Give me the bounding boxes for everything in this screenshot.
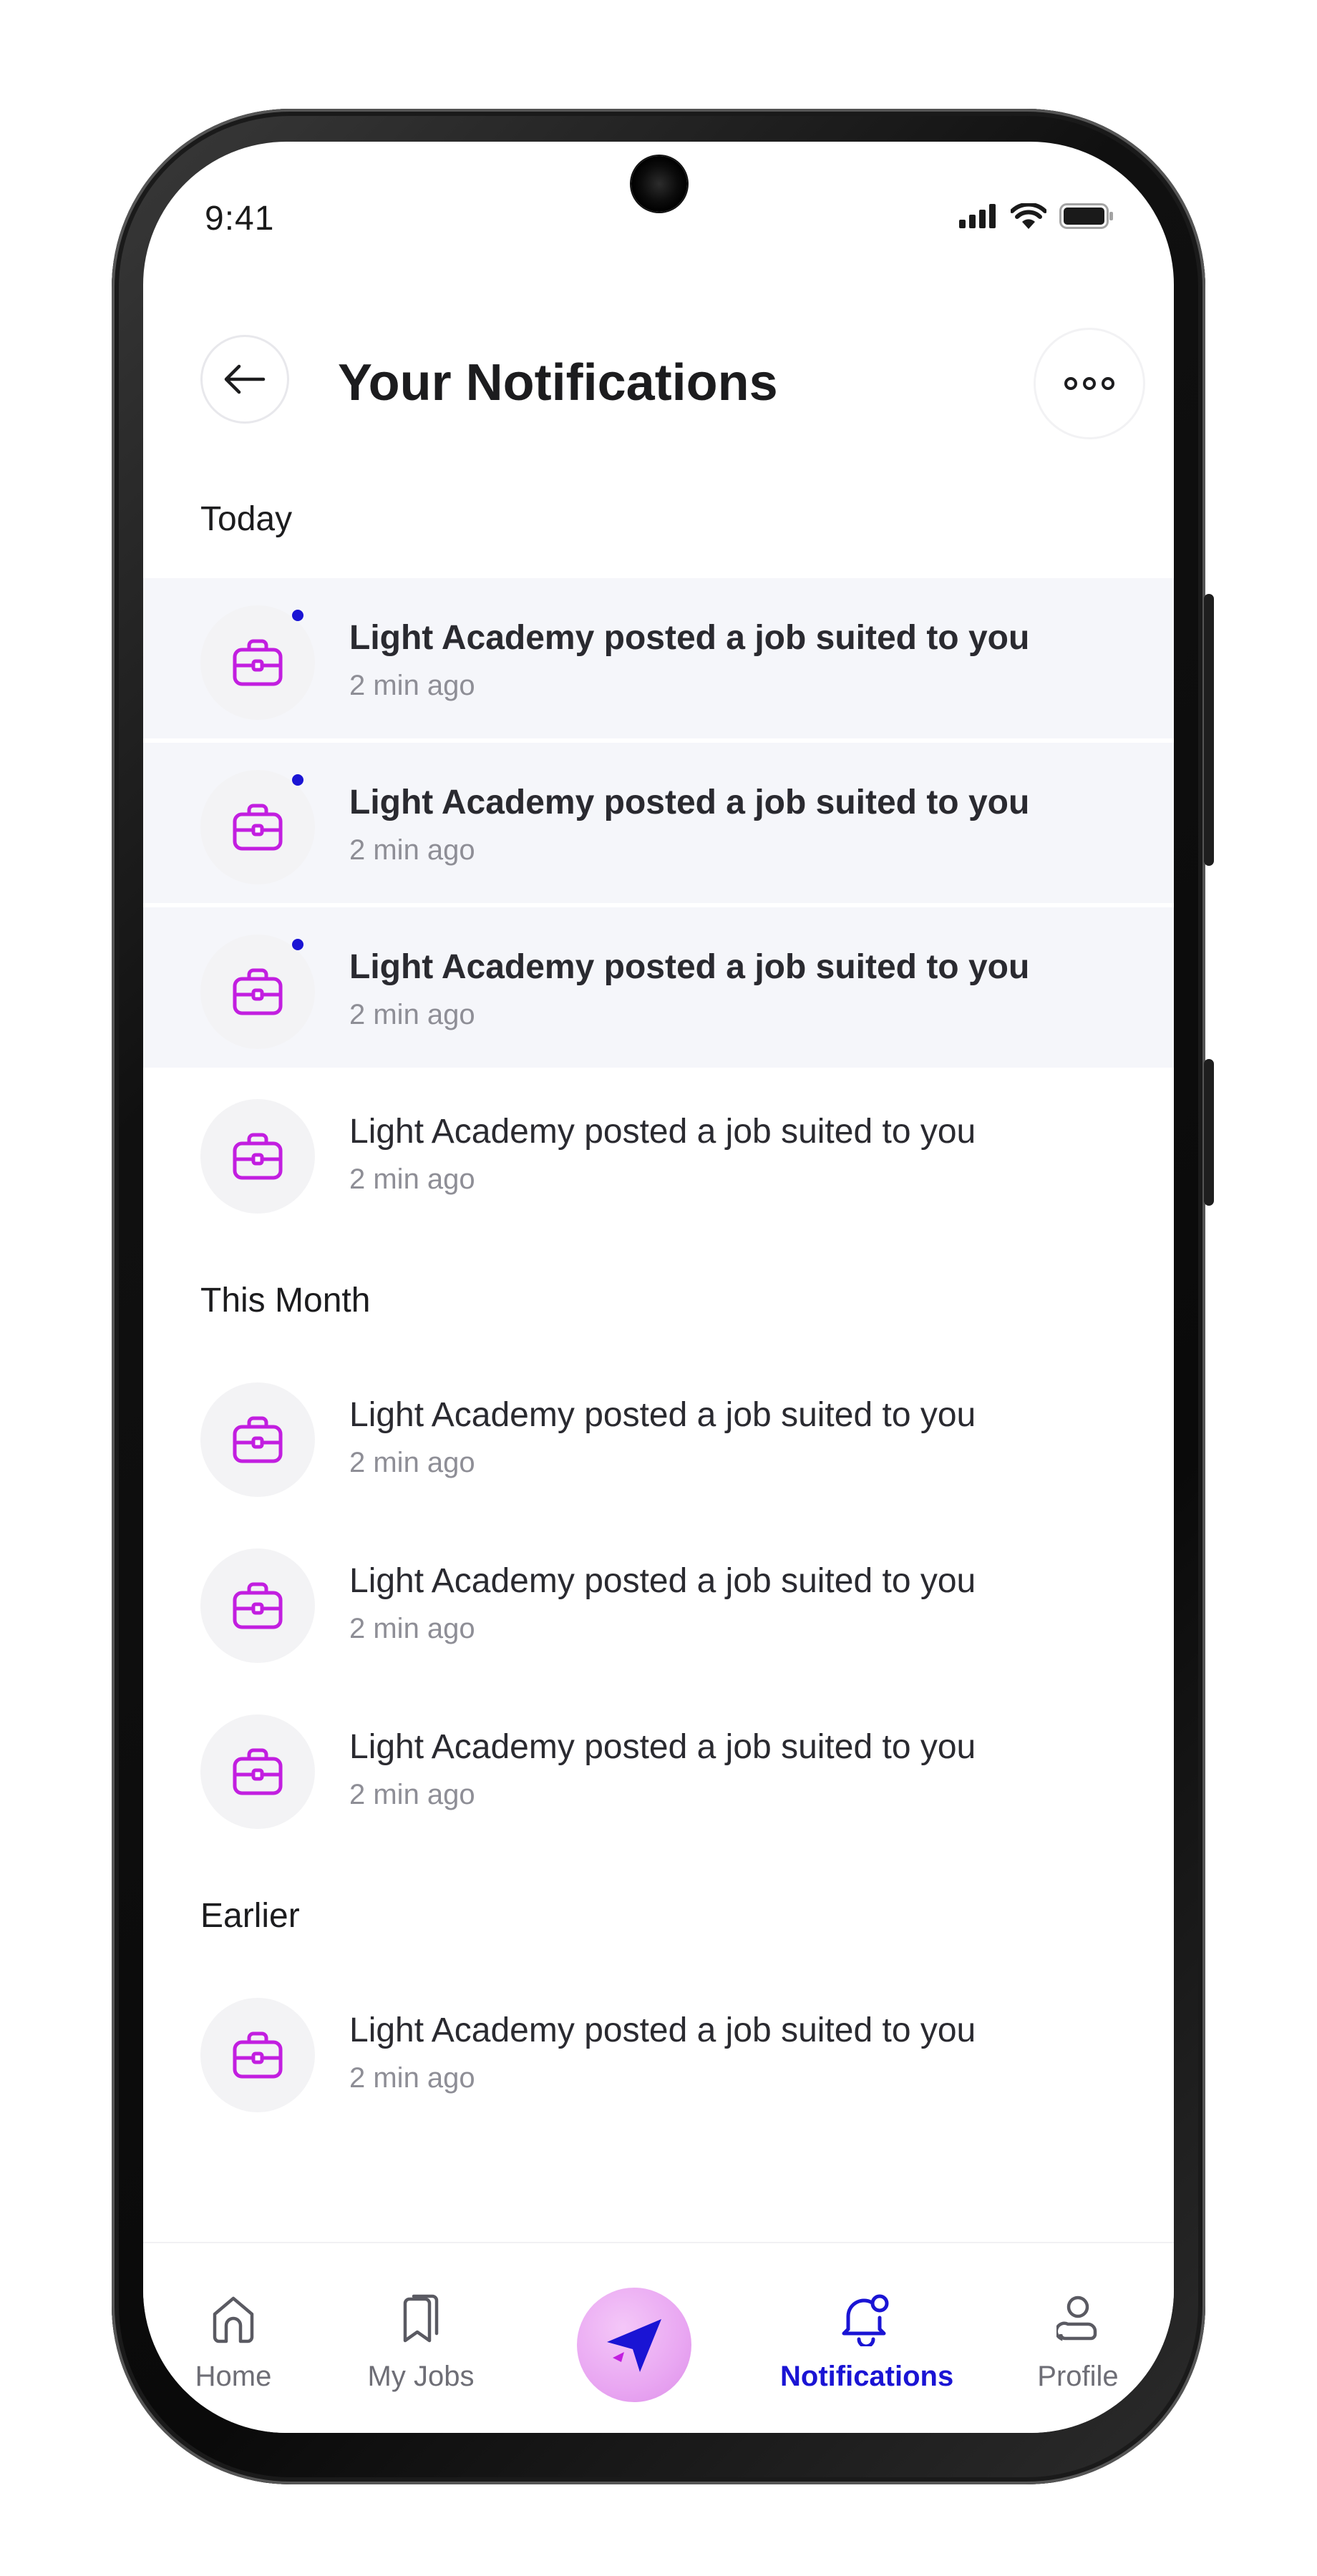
nav-label-profile: Profile (1037, 2361, 1119, 2392)
page-title: Your Notifications (338, 354, 778, 411)
front-camera (631, 156, 687, 212)
briefcase-icon (233, 1133, 283, 1180)
cellular-signal-icon (959, 204, 996, 228)
notification-message: Light Academy posted a job suited to you (349, 948, 1030, 986)
notification-icon-wrap (200, 770, 315, 884)
unread-dot (292, 610, 303, 621)
nav-item-notifications[interactable]: Notifications (780, 2243, 954, 2393)
notification-item[interactable]: Light Academy posted a job suited to you… (143, 1072, 1174, 1232)
notification-message: Light Academy posted a job suited to you (349, 2011, 976, 2049)
section-label-this-month: This Month (200, 1282, 371, 1319)
user-icon (1056, 2296, 1097, 2341)
nav-item-my-jobs[interactable]: My Jobs (335, 2243, 507, 2393)
home-icon (213, 2296, 254, 2343)
phone-screen: 9:41 Your Notifications Today Light Acad… (143, 142, 1174, 2433)
notification-message: Light Academy posted a job suited to you (349, 1562, 976, 1600)
side-button-volume (1204, 594, 1214, 866)
briefcase-icon (233, 968, 283, 1015)
notification-message: Light Academy posted a job suited to you (349, 1113, 976, 1151)
notification-time: 2 min ago (349, 670, 475, 701)
briefcase-icon (233, 1748, 283, 1795)
bell-icon (842, 2294, 889, 2346)
notification-icon-wrap (200, 1099, 315, 1214)
notification-item[interactable]: Light Academy posted a job suited to you… (143, 1521, 1174, 1682)
notification-message: Light Academy posted a job suited to you (349, 1396, 976, 1434)
notification-message: Light Academy posted a job suited to you (349, 1728, 976, 1766)
status-icons (959, 203, 1114, 229)
notification-message: Light Academy posted a job suited to you (349, 784, 1030, 821)
notification-time: 2 min ago (349, 999, 475, 1030)
send-icon (607, 2319, 661, 2372)
nav-item-profile[interactable]: Profile (992, 2243, 1164, 2393)
briefcase-icon (233, 1416, 283, 1463)
battery-icon (1059, 203, 1113, 229)
notification-icon-wrap (200, 1998, 315, 2112)
header: Your Notifications (200, 328, 1145, 439)
notification-time: 2 min ago (349, 1163, 475, 1195)
notification-item[interactable]: Light Academy posted a job suited to you… (143, 1687, 1174, 1848)
notification-item[interactable]: Light Academy posted a job suited to you… (143, 1971, 1174, 2131)
notification-icon-wrap (200, 605, 315, 720)
notification-item[interactable]: Light Academy posted a job suited to you… (143, 1355, 1174, 1516)
notification-item[interactable]: Light Academy posted a job suited to you… (143, 578, 1174, 738)
briefcase-icon (233, 2031, 283, 2079)
notification-time: 2 min ago (349, 834, 475, 866)
send-fab-button[interactable] (577, 2288, 691, 2402)
notification-icon-wrap (200, 935, 315, 1049)
back-button[interactable] (200, 335, 289, 424)
notification-item[interactable]: Light Academy posted a job suited to you… (143, 907, 1174, 1068)
section-label-earlier: Earlier (200, 1897, 300, 1935)
unread-dot (292, 774, 303, 786)
section-label-today: Today (200, 500, 293, 538)
unread-dot (292, 939, 303, 950)
arrow-left-icon (224, 364, 266, 394)
notification-icon-wrap (200, 1714, 315, 1829)
side-button-power (1204, 1059, 1214, 1206)
notification-time: 2 min ago (349, 1779, 475, 1810)
status-time: 9:41 (205, 200, 275, 238)
bottom-nav: Home My Jobs Notifications Profile (143, 2242, 1174, 2433)
briefcase-icon (233, 1582, 283, 1629)
notification-icon-wrap (200, 1548, 315, 1663)
bookmarks-icon (403, 2294, 439, 2343)
notification-item[interactable]: Light Academy posted a job suited to you… (143, 743, 1174, 903)
nav-item-home[interactable]: Home (147, 2243, 319, 2393)
nav-label-home: Home (195, 2361, 272, 2392)
briefcase-icon (233, 639, 283, 686)
nav-label-my-jobs: My Jobs (367, 2361, 475, 2392)
notification-time: 2 min ago (349, 1613, 475, 1644)
notification-time: 2 min ago (349, 2062, 475, 2094)
wifi-icon (1011, 203, 1046, 229)
briefcase-icon (233, 804, 283, 851)
notification-message: Light Academy posted a job suited to you (349, 619, 1030, 657)
more-options-button[interactable] (1034, 328, 1145, 439)
nav-label-notifications: Notifications (780, 2361, 954, 2392)
notification-time: 2 min ago (349, 1447, 475, 1478)
notification-icon-wrap (200, 1382, 315, 1497)
more-horizontal-icon (1064, 377, 1114, 390)
